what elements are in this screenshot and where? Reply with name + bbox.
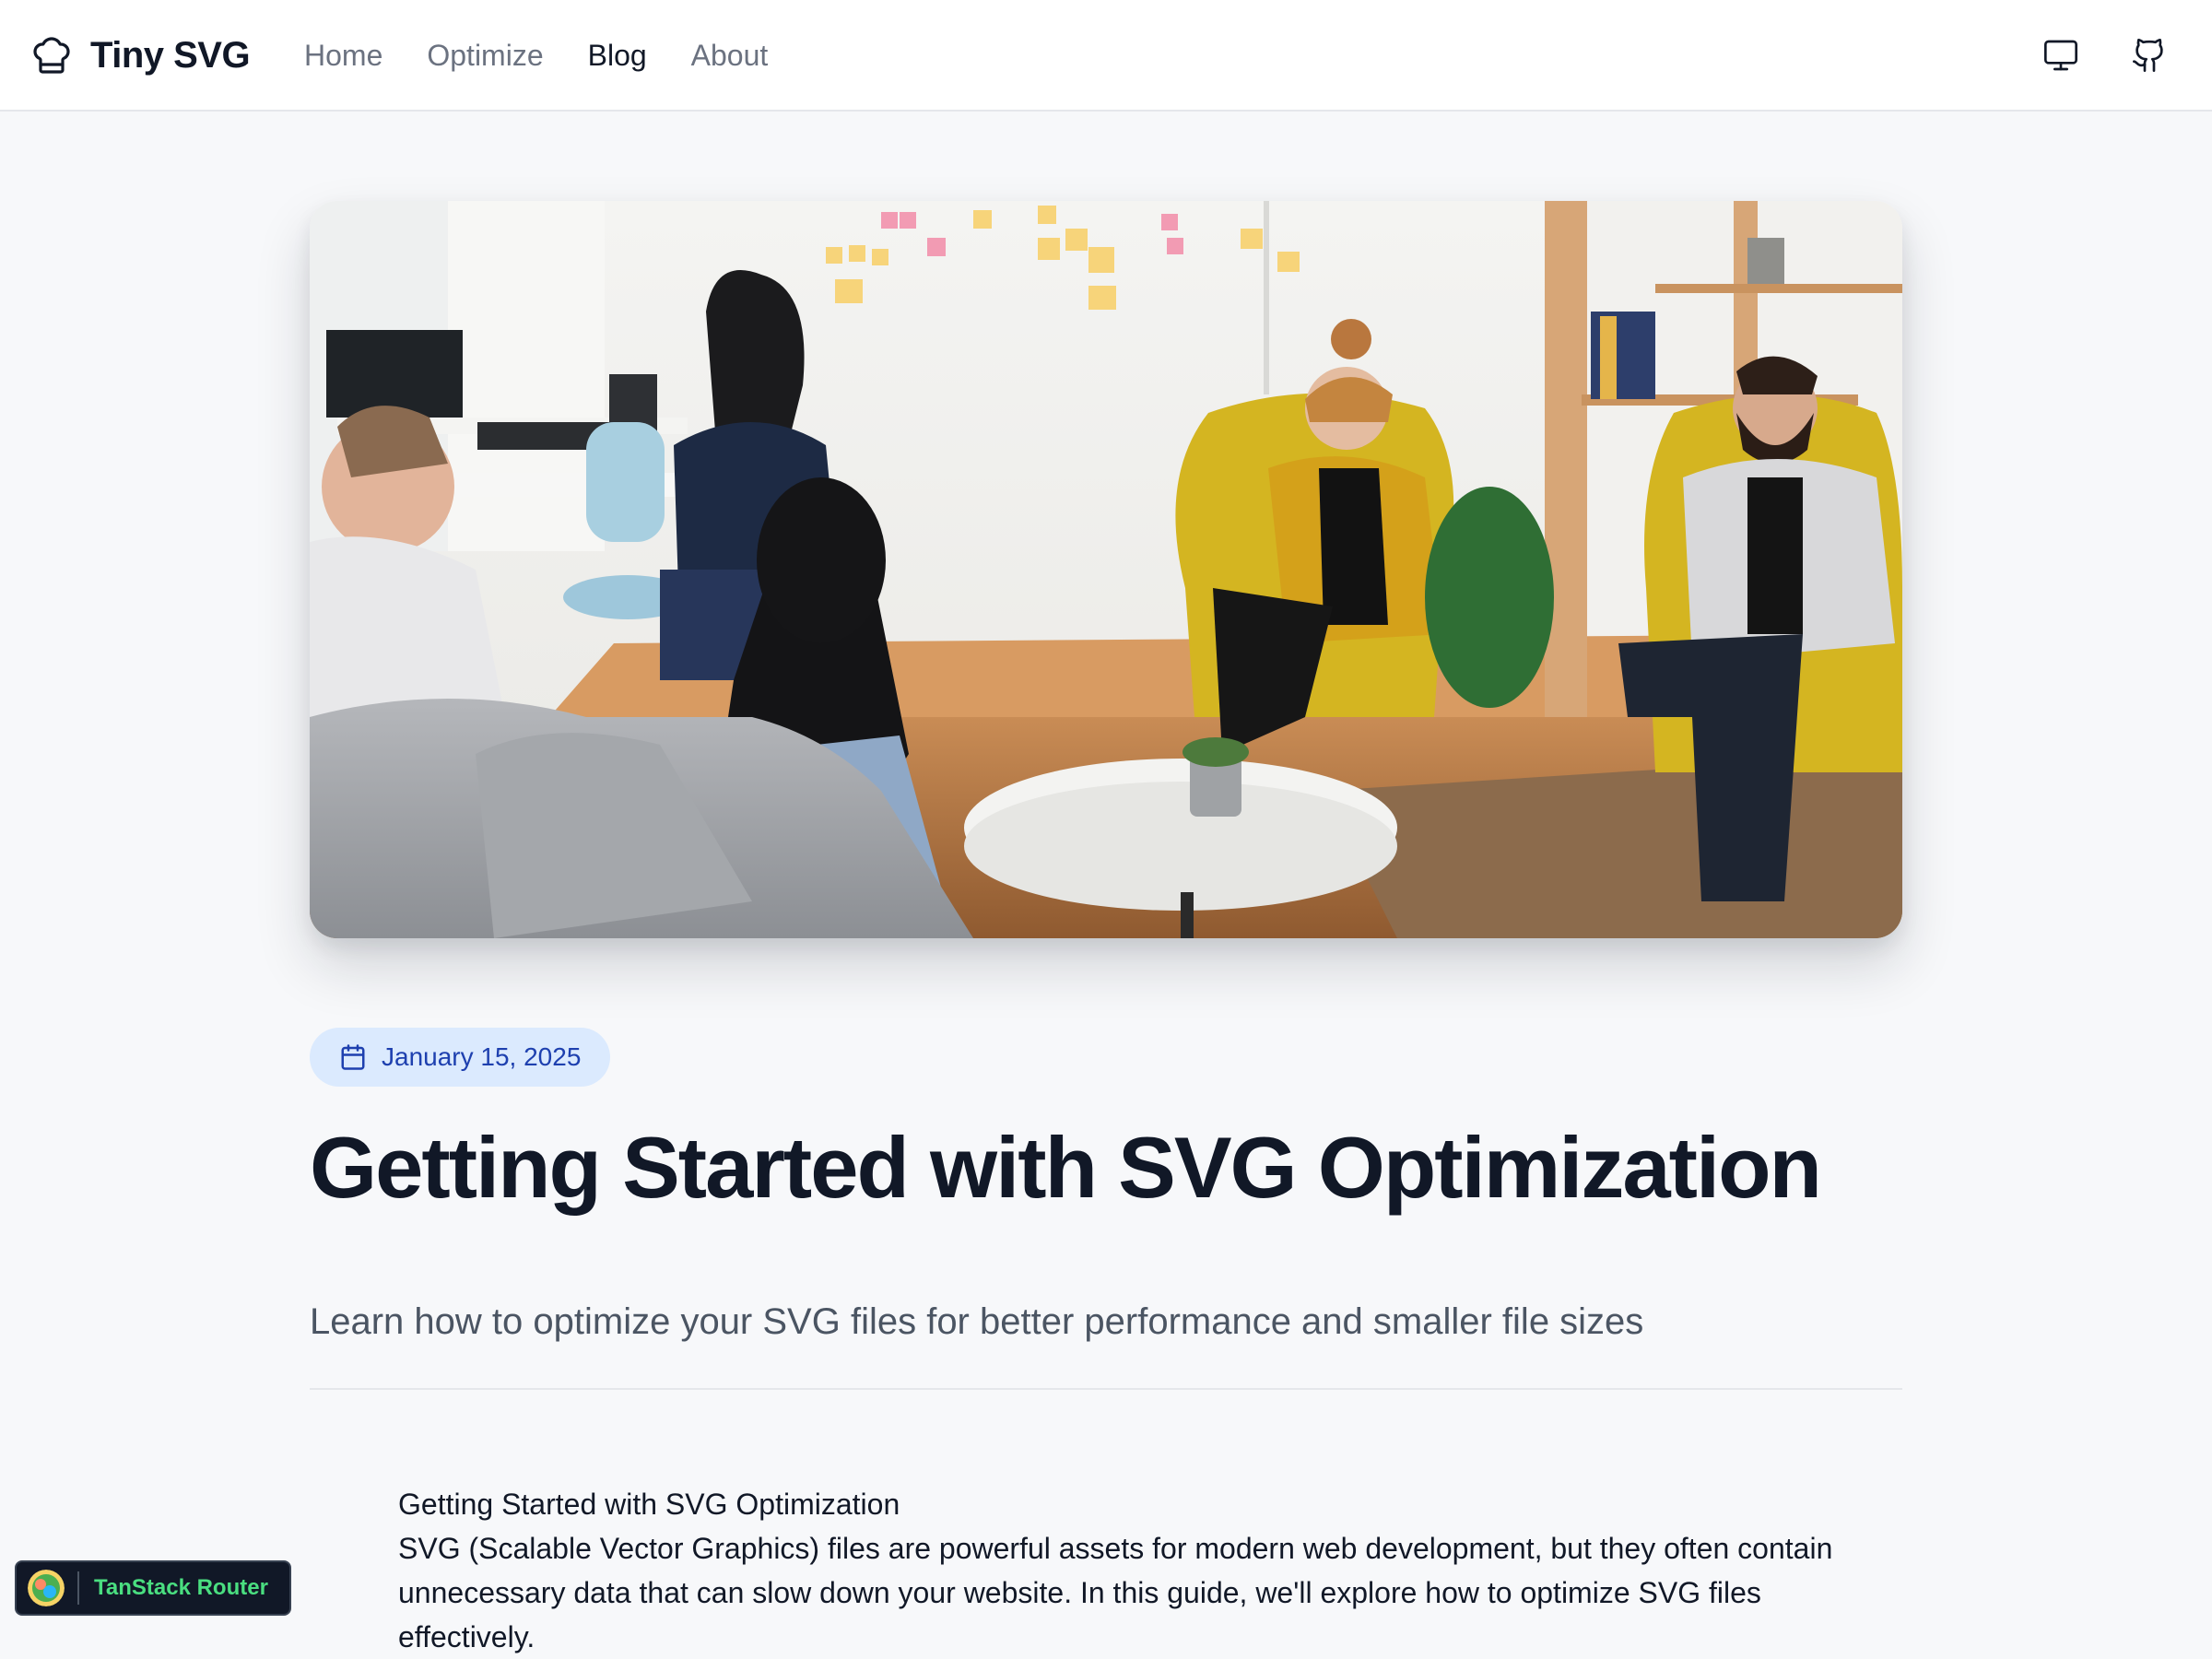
main-nav: Home Optimize Blog About bbox=[304, 35, 812, 76]
devtools-label: TanStack Router bbox=[94, 1575, 268, 1600]
theme-toggle-button[interactable] bbox=[2039, 33, 2083, 77]
brand-link[interactable]: Tiny SVG bbox=[29, 33, 251, 77]
devtools-separator bbox=[77, 1571, 79, 1605]
monitor-icon bbox=[2044, 40, 2077, 71]
nav-blog[interactable]: Blog bbox=[588, 39, 647, 73]
github-icon bbox=[2133, 39, 2163, 72]
divider bbox=[310, 1388, 1902, 1390]
top-navbar: Tiny SVG Home Optimize Blog About bbox=[0, 0, 2212, 112]
content-paragraph: SVG (Scalable Vector Graphics) files are… bbox=[398, 1532, 1833, 1653]
chef-hat-icon bbox=[33, 37, 70, 74]
post-subtitle: Learn how to optimize your SVG files for… bbox=[310, 1301, 1644, 1342]
post-date-badge: January 15, 2025 bbox=[310, 1028, 611, 1087]
nav-optimize[interactable]: Optimize bbox=[427, 39, 543, 73]
calendar-icon bbox=[341, 1044, 365, 1070]
post-date: January 15, 2025 bbox=[382, 1042, 582, 1071]
tanstack-logo-icon bbox=[28, 1570, 65, 1606]
tanstack-router-devtools-button[interactable]: TanStack Router bbox=[15, 1560, 291, 1616]
github-link-button[interactable] bbox=[2127, 33, 2171, 77]
nav-home[interactable]: Home bbox=[304, 39, 382, 73]
content-heading: Getting Started with SVG Optimization bbox=[398, 1488, 900, 1521]
post-content: Getting Started with SVG Optimization SV… bbox=[398, 1482, 1836, 1659]
hero-image bbox=[310, 201, 1902, 938]
brand-name: Tiny SVG bbox=[90, 34, 251, 76]
post-title: Getting Started with SVG Optimization bbox=[310, 1119, 1822, 1216]
nav-about[interactable]: About bbox=[691, 39, 769, 73]
office-meeting-photo bbox=[310, 201, 1902, 938]
blog-post: January 15, 2025 Getting Started with SV… bbox=[0, 113, 2212, 1653]
